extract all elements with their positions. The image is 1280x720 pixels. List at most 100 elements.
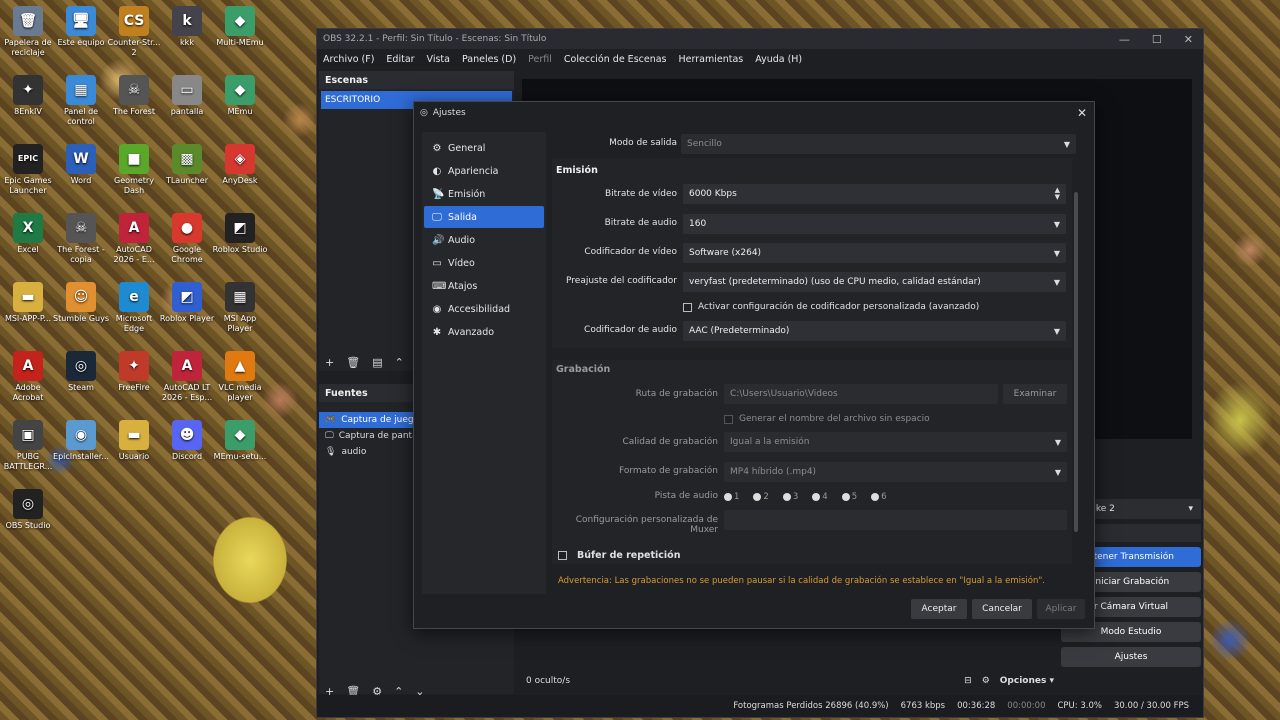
menu-herramientas[interactable]: Herramientas <box>673 54 750 65</box>
video-encoder-select[interactable]: Software (x264) ▼ <box>683 243 1066 263</box>
desktop-icon[interactable]: ▬ Usuario <box>106 420 162 462</box>
nav-item-apariencia[interactable]: ◐ Apariencia <box>424 160 544 182</box>
add-icon[interactable]: + <box>325 356 334 369</box>
desktop-icon[interactable]: ◩ Roblox Player <box>159 282 215 324</box>
cancel-button[interactable]: Cancelar <box>972 599 1032 619</box>
nav-item-salida[interactable]: 🖵 Salida <box>424 206 544 228</box>
options-button[interactable]: Opciones ▾ <box>1000 676 1054 686</box>
desktop-icon[interactable]: ▭ pantalla <box>159 75 215 117</box>
spin-arrows-icon[interactable]: ▲ ▼ <box>1055 187 1060 201</box>
rec-path-input[interactable]: C:\Users\Usuario\Videos <box>724 384 998 404</box>
scrollbar[interactable] <box>1074 192 1078 532</box>
desktop-icon[interactable]: 🗑 Papelera de reciclaje <box>0 6 56 58</box>
no-space-option[interactable]: Generar el nombre del archivo sin espaci… <box>724 414 930 424</box>
menu-coleccion-escenas[interactable]: Colección de Escenas <box>558 54 673 65</box>
audio-track-radio[interactable]: 5 <box>841 492 857 502</box>
maximize-icon[interactable]: ☐ <box>1152 33 1162 46</box>
desktop-icon[interactable]: W Word <box>53 144 109 186</box>
desktop-icon-label: OBS Studio <box>5 521 51 530</box>
desktop-icon[interactable]: ▦ Panel de control <box>53 75 109 127</box>
settings-button[interactable]: Ajustes <box>1061 647 1201 667</box>
audio-track-radio[interactable]: 6 <box>871 492 887 502</box>
audio-track-radio[interactable]: 2 <box>753 492 769 502</box>
desktop-icon[interactable]: ◈ AnyDesk <box>212 144 268 186</box>
nav-label: Apariencia <box>448 165 499 177</box>
minimize-icon[interactable]: — <box>1119 33 1130 46</box>
menu-editar[interactable]: Editar <box>380 54 420 65</box>
nav-item-vídeo[interactable]: ▭ Vídeo <box>424 252 544 274</box>
menu-paneles[interactable]: Paneles (D) <box>456 54 522 65</box>
desktop-icon[interactable]: ▦ MSI App Player <box>212 282 268 334</box>
desktop-icon[interactable]: ▣ PUBG BATTLEGR... <box>0 420 56 472</box>
browse-button[interactable]: Examinar <box>1003 384 1067 404</box>
replay-buffer-option[interactable]: Búfer de repetición <box>558 550 680 561</box>
custom-encoder-checkbox[interactable] <box>683 302 692 312</box>
desktop-icon[interactable]: ▲ VLC media player <box>212 351 268 403</box>
nav-item-audio[interactable]: 🔊 Audio <box>424 229 544 251</box>
settings-icon[interactable]: ⚙ <box>982 676 990 686</box>
custom-encoder-option[interactable]: Activar configuración de codificador per… <box>683 302 979 312</box>
close-icon[interactable]: ✕ <box>1077 106 1087 120</box>
desktop-icon[interactable]: X Excel <box>0 213 56 255</box>
desktop-icon[interactable]: ◉ EpicInstaller... <box>53 420 109 462</box>
nav-item-accesibilidad[interactable]: ◉ Accesibilidad <box>424 298 544 320</box>
desktop-icon[interactable]: e Microsoft Edge <box>106 282 162 334</box>
desktop-icon[interactable]: ◆ MEmu <box>212 75 268 117</box>
audio-track-radio[interactable]: 3 <box>782 492 798 502</box>
desktop-icon[interactable]: ✦ 8EnkIV <box>0 75 56 117</box>
rec-format-select[interactable]: MP4 híbrido (.mp4) ▼ <box>724 462 1067 482</box>
no-space-checkbox[interactable] <box>724 414 733 424</box>
preset-select[interactable]: veryfast (predeterminado) (uso de CPU me… <box>683 272 1066 292</box>
output-mode-value: Sencillo <box>687 139 722 149</box>
layout-icon[interactable]: ⊟ <box>964 676 972 686</box>
mixer-toolbar: 0 oculto/s ⊟ ⚙ Opciones ▾ <box>522 669 1062 693</box>
desktop-icon[interactable]: 🖥 Este equipo <box>53 6 109 48</box>
menu-perfil[interactable]: Perfil <box>522 54 558 65</box>
status-bar: Fotogramas Perdidos 26896 (40.9%) 6763 k… <box>317 695 1203 717</box>
app-icon: 🖥 <box>66 6 96 36</box>
filter-icon[interactable]: ▤ <box>372 356 382 369</box>
apply-button[interactable]: Aplicar <box>1037 599 1085 619</box>
audio-track-radio[interactable]: 4 <box>812 492 828 502</box>
desktop-icon[interactable]: A AutoCAD 2026 - E... <box>106 213 162 265</box>
app-icon: ● <box>172 213 202 243</box>
accept-button[interactable]: Aceptar <box>911 599 967 619</box>
audio-track-radio[interactable]: 1 <box>724 492 739 502</box>
desktop-icon[interactable]: k kkk <box>159 6 215 48</box>
close-icon[interactable]: ✕ <box>1184 33 1193 46</box>
menu-archivo[interactable]: Archivo (F) <box>317 54 380 65</box>
desktop-icon[interactable]: ◩ Roblox Studio <box>212 213 268 255</box>
nav-item-atajos[interactable]: ⌨ Atajos <box>424 275 544 297</box>
desktop-icon[interactable]: ☻ Discord <box>159 420 215 462</box>
desktop-icon[interactable]: ☠ The Forest - copia <box>53 213 109 265</box>
desktop-icon[interactable]: CS Counter-Str... 2 <box>106 6 162 58</box>
desktop-icon[interactable]: EPIC Epic Games Launcher <box>0 144 56 196</box>
desktop-icon[interactable]: ◎ Steam <box>53 351 109 393</box>
trash-icon[interactable]: 🗑 <box>346 356 360 369</box>
nav-item-avanzado[interactable]: ✱ Avanzado <box>424 321 544 343</box>
muxer-input[interactable] <box>724 510 1067 530</box>
desktop-icon[interactable]: ● Google Chrome <box>159 213 215 265</box>
audio-encoder-select[interactable]: AAC (Predeterminado) ▼ <box>683 321 1066 341</box>
menu-vista[interactable]: Vista <box>421 54 456 65</box>
output-mode-select[interactable]: Sencillo ▼ <box>681 134 1076 154</box>
menu-ayuda[interactable]: Ayuda (H) <box>749 54 808 65</box>
nav-item-emisión[interactable]: 📡 Emisión <box>424 183 544 205</box>
audio-bitrate-select[interactable]: 160 ▼ <box>683 214 1066 234</box>
rec-quality-select[interactable]: Igual a la emisión ▼ <box>724 432 1067 452</box>
desktop-icon[interactable]: ■ Geometry Dash <box>106 144 162 196</box>
desktop-icon[interactable]: ▩ TLauncher <box>159 144 215 186</box>
video-bitrate-spinbox[interactable]: 6000 Kbps ▲ ▼ <box>683 184 1066 204</box>
desktop-icon[interactable]: ▬ MSI-APP-P... <box>0 282 56 324</box>
desktop-icon[interactable]: ◆ MEmu-setu... <box>212 420 268 462</box>
desktop-icon[interactable]: ☺ Stumble Guys <box>53 282 109 324</box>
desktop-icon[interactable]: ☠ The Forest <box>106 75 162 117</box>
desktop-icon[interactable]: ◎ OBS Studio <box>0 489 56 531</box>
nav-item-general[interactable]: ⚙ General <box>424 137 544 159</box>
replay-buffer-checkbox[interactable] <box>558 551 567 560</box>
desktop-icon[interactable]: A AutoCAD LT 2026 - Esp... <box>159 351 215 403</box>
desktop-icon[interactable]: A Adobe Acrobat <box>0 351 56 403</box>
desktop-icon[interactable]: ◆ Multi-MEmu <box>212 6 268 48</box>
chevron-up-icon[interactable]: ⌃ <box>395 356 404 369</box>
desktop-icon[interactable]: ✦ FreeFire <box>106 351 162 393</box>
